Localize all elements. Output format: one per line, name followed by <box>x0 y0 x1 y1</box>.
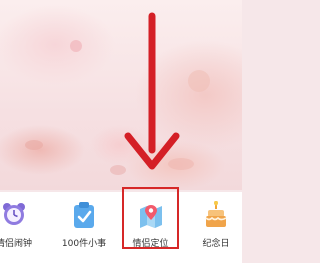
highlight-frame <box>122 187 179 249</box>
tile-label: 情侣闹钟 <box>0 239 32 249</box>
tile-anniversary[interactable]: 纪念日 <box>190 192 242 263</box>
tile-100-things[interactable]: 100件小事 <box>55 192 113 263</box>
tile-label: 100件小事 <box>61 239 107 249</box>
pointer-arrow-icon <box>124 12 180 170</box>
birthday-cake-icon <box>203 200 229 233</box>
alarm-clock-icon <box>1 201 27 231</box>
tile-couple-alarm[interactable]: 情侣闹钟 <box>0 192 40 263</box>
clipboard-check-icon <box>71 201 97 233</box>
tile-label: 纪念日 <box>202 239 230 249</box>
